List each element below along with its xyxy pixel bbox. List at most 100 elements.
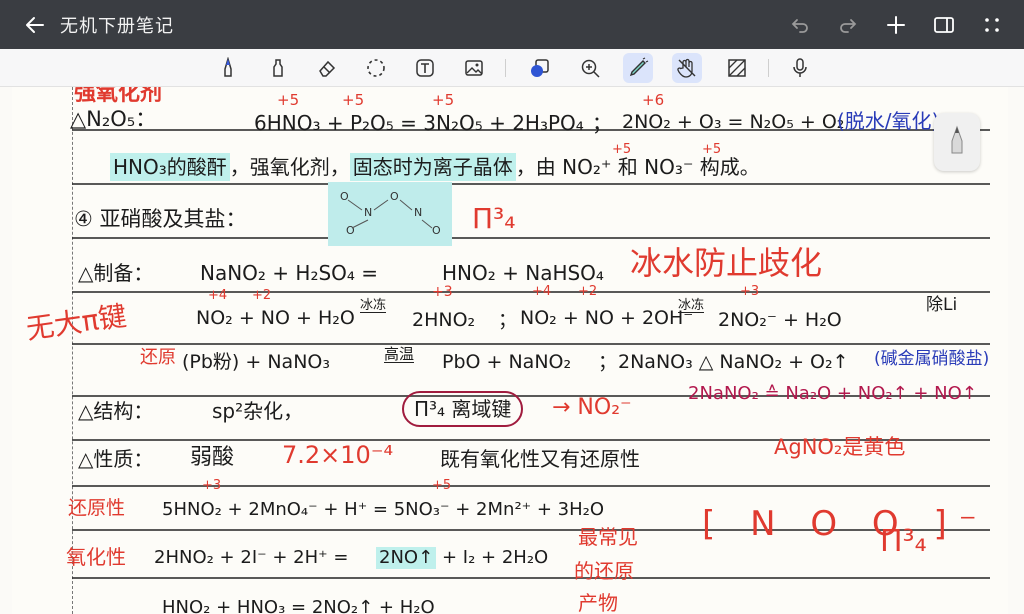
delocalized-bond-box: Π³₄ 离域键: [402, 391, 524, 427]
pencil-icon: [224, 57, 232, 77]
oxidizing-label: 氧化性: [66, 545, 126, 569]
ox-state: +5: [277, 91, 300, 109]
image-icon: [465, 60, 483, 76]
equation-n2o5-prep: 6HNO₃ + P₂O₅ = 3N₂O₅ + 2H₃PO₄: [254, 111, 584, 135]
pattern-icon: [728, 59, 746, 77]
nitrite-bracket-structure: [ N O O ]⁻: [702, 504, 989, 544]
note-page: 强氧化剂 △N₂O₅： +5 +5 +5 6HNO₃ + P₂O₅ = 3N₂O…: [12, 87, 1008, 614]
ox-state: +5: [702, 142, 722, 157]
pattern-tool[interactable]: [722, 53, 752, 83]
equation-permanganate: 5HNO₂ + 2MnO₄⁻ + H⁺ = 5NO₃⁻ + 2Mn²⁺ + 3H…: [162, 499, 605, 520]
ox-state: +2: [578, 284, 598, 299]
note-dehydrate-oxidize: (脱水/氧化): [837, 109, 940, 133]
document-title: 无机下册笔记: [60, 15, 174, 37]
image-tool[interactable]: [459, 53, 489, 83]
n2o5-label: △N₂O₅：: [70, 107, 157, 131]
note-common-product: 产物: [578, 591, 618, 614]
n2o3-structure-image[interactable]: O N O N O O: [328, 182, 452, 246]
equation-no2-no: NO₂ + NO + H₂O: [196, 307, 355, 329]
ox-state: +6: [642, 91, 665, 109]
separator: ；: [592, 111, 612, 135]
lasso-tool[interactable]: [361, 53, 391, 83]
add-page-button[interactable]: [882, 11, 910, 39]
ox-state: +3: [202, 478, 222, 493]
shape-tool[interactable]: [525, 53, 555, 83]
heading-strong-oxidant: 强氧化剂: [74, 87, 163, 106]
equation-nitrite-decomp: 2NaNO₂ ≙ Na₂O + NO₂↑ + NO↑: [688, 383, 977, 404]
equation-product-nitrite: 2NO₂⁻ + H₂O: [718, 309, 842, 331]
pi-bond-label: Π³₄: [880, 524, 927, 559]
add-icon: [887, 15, 905, 34]
margin-line: [72, 87, 73, 614]
highlighter-tool[interactable]: [623, 53, 653, 83]
note-common-product: 的还原: [574, 559, 634, 583]
condition-high-temp: 高温: [384, 345, 415, 363]
title-bar: 无机下册笔记: [0, 0, 1024, 49]
reducing-label: 还原性: [68, 497, 126, 519]
ox-state: +3: [740, 284, 760, 299]
text-tool[interactable]: [410, 53, 440, 83]
ox-state: +5: [612, 142, 632, 157]
svg-text:O: O: [390, 190, 399, 203]
hand-tool[interactable]: [672, 53, 702, 83]
separator: ；: [498, 309, 518, 331]
prep-label: △制备：: [78, 261, 154, 285]
equation-iodide: 2HNO₂ + 2I⁻ + 2H⁺ =: [154, 547, 349, 568]
note-ice-water: 冰水防止歧化: [630, 244, 823, 282]
floating-pen-widget[interactable]: [934, 113, 980, 171]
svg-text:N: N: [414, 206, 422, 219]
undo-icon: [791, 18, 808, 33]
arrow-nitrite: → NO₂⁻: [552, 395, 632, 420]
highlight-anhydride: HNO₃的酸酐: [110, 153, 230, 181]
ruled-line: [72, 577, 990, 579]
ruled-line: [72, 183, 990, 185]
redox-property: 既有氧化性又有还原性: [440, 447, 640, 471]
n2o5-properties: HNO₃的酸酐 ，强氧化剂， 固态时为离子晶体 ，由 NO₂⁺ 和 NO₃⁻ 构成。: [110, 153, 760, 181]
note-except-li: 除Li: [926, 295, 958, 315]
highlight-no-product: 2NO↑: [376, 547, 437, 569]
svg-text:O: O: [432, 224, 441, 237]
text-box-icon: [416, 59, 434, 77]
reduction-label: 还原: [140, 347, 176, 368]
back-arrow-icon: [26, 16, 44, 33]
note-alkali-nitrate: (碱金属硝酸盐): [874, 349, 990, 369]
equation-iodide-products: + I₂ + 2H₂O: [442, 547, 549, 568]
undo-button[interactable]: [786, 11, 814, 39]
equation-nitrite-acid: NaNO₂ + H₂SO₄ =: [200, 261, 379, 285]
sidebar-toggle-button[interactable]: [930, 11, 958, 39]
text: ，强氧化剂，: [229, 155, 350, 179]
ox-state: +2: [252, 288, 272, 303]
equation-nitrate-decomp: 2NaNO₃ △ NaNO₂ + O₂↑: [618, 351, 849, 373]
ruled-line: [72, 237, 990, 239]
pen-nib-icon: [951, 125, 963, 154]
eraser-icon: [319, 60, 336, 77]
condition-ice: 冰冻: [678, 298, 705, 313]
ox-state: +3: [432, 284, 453, 300]
shape-icon: [531, 59, 549, 77]
note-canvas[interactable]: 强氧化剂 △N₂O₅： +5 +5 +5 6HNO₃ + P₂O₅ = 3N₂O…: [0, 87, 1024, 614]
more-options-button[interactable]: [978, 11, 1006, 39]
highlighter-icon: [629, 57, 649, 77]
hand-pan-icon: [677, 58, 696, 78]
equation-products: HNO₂ + NaHSO₄: [442, 261, 604, 285]
property-label: △性质：: [78, 447, 154, 471]
structure-diagram: O N O N O O: [340, 190, 441, 237]
pencil-tool[interactable]: [213, 53, 243, 83]
text: ，由 NO₂⁺ 和 NO₃⁻ 构成。: [515, 155, 760, 179]
drawing-toolbar: [0, 49, 1024, 87]
more-dots-icon: [985, 17, 999, 32]
marker-tool[interactable]: [263, 53, 293, 83]
eraser-tool[interactable]: [312, 53, 342, 83]
note-agno2-yellow: AgNO₂是黄色: [774, 435, 906, 459]
ruled-line: [72, 343, 990, 345]
note-no-pi-bond: 无大π键: [24, 299, 129, 346]
voice-record-tool[interactable]: [785, 53, 815, 83]
marker-icon: [273, 59, 283, 77]
redo-button[interactable]: [834, 11, 862, 39]
pi-bond-label: Π³₄: [472, 202, 516, 235]
note-common-product: 最常见: [578, 525, 638, 549]
zoom-tool[interactable]: [575, 53, 605, 83]
weak-acid: 弱酸: [190, 445, 235, 470]
back-button[interactable]: [12, 0, 58, 49]
equation-product-hno2: 2HNO₂: [412, 309, 476, 331]
